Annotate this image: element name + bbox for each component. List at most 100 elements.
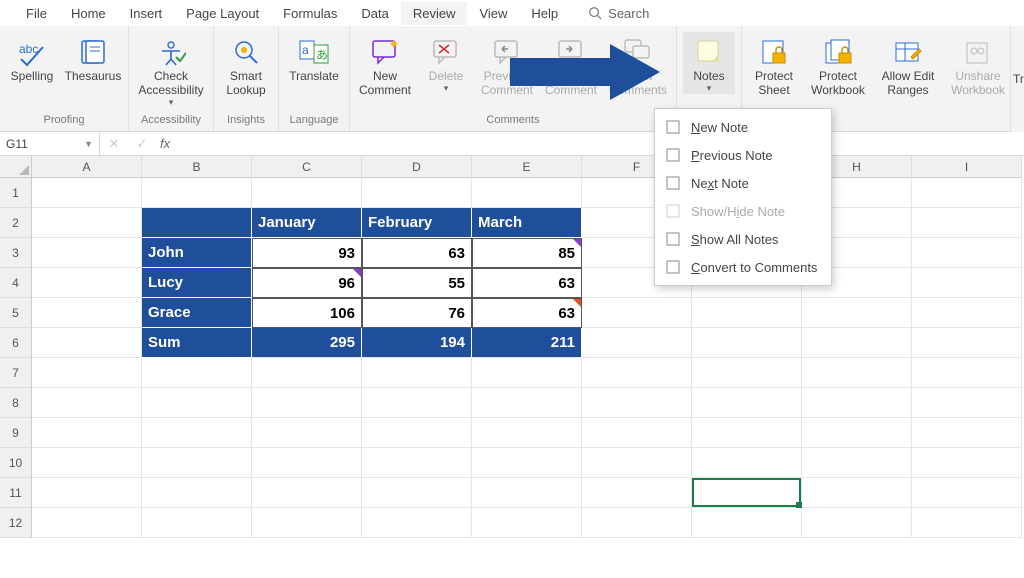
cell[interactable] (912, 298, 1022, 328)
cell[interactable] (252, 508, 362, 538)
row-header-6[interactable]: 6 (0, 328, 32, 358)
new-comment-button[interactable]: ✦ New Comment (356, 32, 414, 98)
cell[interactable] (142, 178, 252, 208)
cell[interactable] (362, 448, 472, 478)
cell[interactable] (912, 238, 1022, 268)
cell[interactable] (142, 448, 252, 478)
menu-view[interactable]: View (467, 2, 519, 25)
notes-menu-item[interactable]: Previous Note (655, 141, 831, 169)
row-header-3[interactable]: 3 (0, 238, 32, 268)
cell[interactable] (692, 508, 802, 538)
cell[interactable] (32, 478, 142, 508)
cell[interactable] (252, 178, 362, 208)
notes-menu-item[interactable]: Convert to Comments (655, 253, 831, 281)
cell[interactable] (582, 508, 692, 538)
col-header-A[interactable]: A (32, 156, 142, 178)
cell[interactable] (802, 448, 912, 478)
cell[interactable] (32, 178, 142, 208)
col-header-C[interactable]: C (252, 156, 362, 178)
cell[interactable] (142, 508, 252, 538)
cell[interactable] (32, 238, 142, 268)
row-header-7[interactable]: 7 (0, 358, 32, 388)
cell[interactable]: 106 (252, 298, 362, 328)
cell[interactable] (362, 508, 472, 538)
cell[interactable]: 63 (362, 238, 472, 268)
cell[interactable] (802, 508, 912, 538)
cell[interactable]: February (362, 208, 472, 238)
cell[interactable] (32, 448, 142, 478)
fx-icon[interactable]: fx (156, 136, 184, 151)
notes-button[interactable]: Notes ▾ (683, 32, 735, 94)
cell[interactable]: 211 (472, 328, 582, 358)
col-header-B[interactable]: B (142, 156, 252, 178)
cell[interactable] (32, 328, 142, 358)
cell[interactable]: Grace (142, 298, 252, 328)
cell[interactable] (582, 358, 692, 388)
cell[interactable] (912, 178, 1022, 208)
menu-pagelayout[interactable]: Page Layout (174, 2, 271, 25)
notes-menu-item[interactable]: Next Note (655, 169, 831, 197)
cell[interactable] (582, 328, 692, 358)
cell[interactable] (802, 298, 912, 328)
menu-home[interactable]: Home (59, 2, 118, 25)
cell[interactable] (802, 358, 912, 388)
cell[interactable] (362, 178, 472, 208)
cell[interactable] (802, 328, 912, 358)
cell[interactable] (582, 448, 692, 478)
cell[interactable]: 55 (362, 268, 472, 298)
cell[interactable] (32, 208, 142, 238)
menu-insert[interactable]: Insert (118, 2, 175, 25)
cell[interactable] (142, 208, 252, 238)
cell[interactable] (252, 358, 362, 388)
cell[interactable] (362, 478, 472, 508)
cell[interactable] (362, 388, 472, 418)
protect-sheet-button[interactable]: Protect Sheet (748, 32, 800, 98)
cell[interactable]: John (142, 238, 252, 268)
cell[interactable] (582, 298, 692, 328)
ribbon-overflow[interactable]: Tr (1010, 26, 1024, 132)
cell[interactable] (252, 418, 362, 448)
row-header-9[interactable]: 9 (0, 418, 32, 448)
cell[interactable] (32, 418, 142, 448)
cell[interactable] (912, 478, 1022, 508)
cell[interactable] (582, 388, 692, 418)
cell[interactable]: 93 (252, 238, 362, 268)
row-header-1[interactable]: 1 (0, 178, 32, 208)
col-header-E[interactable]: E (472, 156, 582, 178)
cell[interactable] (912, 448, 1022, 478)
select-all-corner[interactable] (0, 156, 32, 178)
search-box[interactable]: Search (588, 6, 649, 21)
cell[interactable] (582, 478, 692, 508)
cell[interactable]: Sum (142, 328, 252, 358)
cell[interactable] (142, 418, 252, 448)
cell[interactable] (142, 478, 252, 508)
cell[interactable] (252, 388, 362, 418)
cell[interactable] (912, 388, 1022, 418)
translate-button[interactable]: aあ Translate (285, 32, 343, 84)
cell[interactable] (802, 418, 912, 448)
cell[interactable] (32, 508, 142, 538)
cell[interactable] (362, 358, 472, 388)
check-accessibility-button[interactable]: Check Accessibility ▾ (135, 32, 207, 108)
cell[interactable]: Lucy (142, 268, 252, 298)
smart-lookup-button[interactable]: Smart Lookup (220, 32, 272, 98)
cell[interactable] (692, 388, 802, 418)
cell[interactable]: 63 (472, 268, 582, 298)
notes-menu-item[interactable]: New Note (655, 113, 831, 141)
cell[interactable] (252, 478, 362, 508)
cell[interactable] (362, 418, 472, 448)
cell[interactable] (692, 418, 802, 448)
cell[interactable] (472, 478, 582, 508)
cell[interactable] (472, 418, 582, 448)
cell[interactable] (912, 418, 1022, 448)
row-header-10[interactable]: 10 (0, 448, 32, 478)
allow-edit-ranges-button[interactable]: Allow Edit Ranges (876, 32, 940, 98)
cell[interactable] (912, 328, 1022, 358)
col-header-I[interactable]: I (912, 156, 1022, 178)
cell[interactable]: 63 (472, 298, 582, 328)
cell[interactable]: 85 (472, 238, 582, 268)
row-header-4[interactable]: 4 (0, 268, 32, 298)
name-box[interactable]: G11 ▼ (0, 133, 100, 155)
cell[interactable] (582, 418, 692, 448)
spelling-button[interactable]: abc Spelling (6, 32, 58, 84)
